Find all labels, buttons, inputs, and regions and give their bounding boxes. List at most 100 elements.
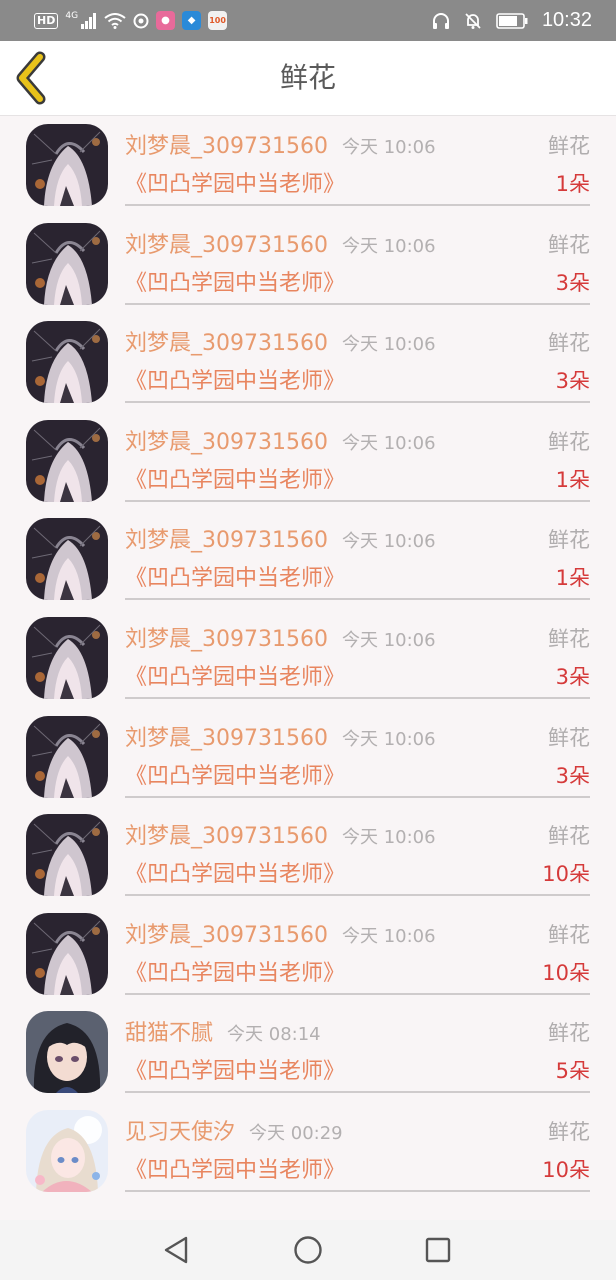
- list-item-content: 刘梦晨_309731560 今天 10:06 鲜花 《凹凸学园中当老师》 1朵: [125, 510, 590, 601]
- flower-count: 3朵: [555, 270, 590, 295]
- gift-type: 鲜花: [548, 1119, 590, 1144]
- flower-list: 刘梦晨_309731560 今天 10:06 鲜花 《凹凸学园中当老师》 1朵 刘…: [0, 116, 616, 1220]
- list-item[interactable]: 刘梦晨_309731560 今天 10:06 鲜花 《凹凸学园中当老师》 3朵: [0, 313, 616, 412]
- book-title[interactable]: 《凹凸学园中当老师》: [125, 166, 345, 198]
- timestamp: 今天 10:06: [341, 235, 436, 257]
- book-title[interactable]: 《凹凸学园中当老师》: [125, 363, 345, 395]
- list-item[interactable]: 刘梦晨_309731560 今天 10:06 鲜花 《凹凸学园中当老师》 10朵: [0, 905, 616, 1004]
- battery-icon: [496, 12, 528, 29]
- avatar[interactable]: [26, 518, 108, 601]
- signal-4g-icon: [81, 12, 97, 29]
- list-item[interactable]: 刘梦晨_309731560 今天 10:06 鲜花 《凹凸学园中当老师》 1朵: [0, 116, 616, 215]
- user-name[interactable]: 刘梦晨_309731560: [125, 528, 328, 553]
- avatar[interactable]: [26, 912, 108, 995]
- book-title[interactable]: 《凹凸学园中当老师》: [125, 758, 345, 790]
- timestamp: 今天 10:06: [341, 137, 436, 158]
- flower-count: 10朵: [542, 862, 590, 887]
- list-item[interactable]: 见习天使汐 今天 00:29 鲜花 《凹凸学园中当老师》 10朵: [0, 1102, 616, 1201]
- flower-count: 3朵: [555, 369, 590, 394]
- page-title: 鲜花: [279, 61, 336, 94]
- avatar-image: [26, 912, 108, 995]
- user-name[interactable]: 刘梦晨_309731560: [125, 726, 328, 751]
- book-title[interactable]: 《凹凸学园中当老师》: [125, 955, 345, 987]
- list-item-content: 刘梦晨_309731560 今天 10:06 鲜花 《凹凸学园中当老师》 10朵: [125, 806, 590, 897]
- user-name[interactable]: 刘梦晨_309731560: [125, 430, 328, 455]
- avatar[interactable]: [26, 124, 108, 206]
- avatar[interactable]: [26, 814, 108, 897]
- book-title[interactable]: 《凹凸学园中当老师》: [125, 856, 345, 888]
- network-type-label: 4G: [65, 10, 79, 21]
- system-nav-bar: [0, 1220, 616, 1280]
- avatar[interactable]: [26, 419, 108, 502]
- list-item-content: 刘梦晨_309731560 今天 10:06 鲜花 《凹凸学园中当老师》 1朵: [125, 412, 590, 502]
- user-name[interactable]: 甜猫不腻: [125, 1021, 213, 1046]
- user-name[interactable]: 刘梦晨_309731560: [125, 824, 328, 849]
- app-icon-blue: ◆: [182, 11, 202, 30]
- timestamp: 今天 10:06: [341, 629, 436, 651]
- avatar[interactable]: [26, 222, 108, 305]
- list-item[interactable]: 刘梦晨_309731560 今天 10:06 鲜花 《凹凸学园中当老师》 1朵: [0, 412, 616, 511]
- user-name[interactable]: 刘梦晨_309731560: [125, 627, 328, 652]
- avatar-image: [26, 419, 108, 502]
- app-header: 鲜花: [0, 41, 616, 116]
- user-name[interactable]: 刘梦晨_309731560: [125, 233, 328, 258]
- back-button[interactable]: [10, 51, 60, 105]
- list-item[interactable]: 刘梦晨_309731560 今天 10:06 鲜花 《凹凸学园中当老师》 3朵: [0, 609, 616, 708]
- mute-bell-icon: [465, 12, 481, 29]
- home-circle-icon: [294, 1236, 322, 1264]
- avatar-image: [26, 616, 108, 699]
- nav-home-button[interactable]: [268, 1220, 348, 1280]
- avatar-image: [26, 1011, 108, 1094]
- timestamp: 今天 10:06: [341, 531, 436, 553]
- status-bar-left: HD 4G ● ◆ 100: [34, 0, 228, 41]
- status-time: 10:32: [541, 9, 592, 31]
- gift-type: 鲜花: [548, 528, 590, 553]
- user-name[interactable]: 刘梦晨_309731560: [125, 923, 328, 948]
- gift-type: 鲜花: [548, 232, 590, 257]
- user-name[interactable]: 刘梦晨_309731560: [125, 134, 328, 159]
- gift-type: 鲜花: [548, 134, 590, 158]
- book-title[interactable]: 《凹凸学园中当老师》: [125, 1053, 345, 1085]
- gift-type: 鲜花: [548, 429, 590, 454]
- headphones-icon: [432, 12, 449, 29]
- avatar-image: [26, 814, 108, 897]
- back-triangle-icon: [164, 1236, 188, 1264]
- avatar-image: [26, 1109, 108, 1192]
- list-item[interactable]: 刘梦晨_309731560 今天 10:06 鲜花 《凹凸学园中当老师》 10朵: [0, 806, 616, 905]
- book-title[interactable]: 《凹凸学园中当老师》: [125, 659, 345, 691]
- status-bar-right: 10:32: [432, 0, 592, 41]
- list-item[interactable]: 刘梦晨_309731560 今天 10:06 鲜花 《凹凸学园中当老师》 3朵: [0, 215, 616, 314]
- flower-count: 10朵: [542, 960, 590, 985]
- avatar-image: [26, 715, 108, 798]
- book-title[interactable]: 《凹凸学园中当老师》: [125, 560, 345, 592]
- avatar[interactable]: [26, 321, 108, 404]
- avatar[interactable]: [26, 715, 108, 798]
- list-item-content: 刘梦晨_309731560 今天 10:06 鲜花 《凹凸学园中当老师》 1朵: [125, 116, 590, 206]
- nav-back-button[interactable]: [136, 1220, 216, 1280]
- app-icon-pink: ●: [156, 11, 176, 30]
- book-title[interactable]: 《凹凸学园中当老师》: [125, 462, 345, 494]
- timestamp: 今天 10:06: [341, 334, 436, 356]
- hotspot-icon: [133, 13, 149, 28]
- book-title[interactable]: 《凹凸学园中当老师》: [125, 1152, 345, 1184]
- list-item-content: 甜猫不腻 今天 08:14 鲜花 《凹凸学园中当老师》 5朵: [125, 1003, 590, 1094]
- list-item[interactable]: 甜猫不腻 今天 08:14 鲜花 《凹凸学园中当老师》 5朵: [0, 1003, 616, 1102]
- user-name[interactable]: 见习天使汐: [125, 1120, 235, 1145]
- list-item-content: 刘梦晨_309731560 今天 10:06 鲜花 《凹凸学园中当老师》 3朵: [125, 708, 590, 798]
- wifi-icon: [104, 12, 126, 29]
- flower-count: 5朵: [555, 1059, 590, 1084]
- timestamp: 今天 08:14: [227, 1024, 321, 1046]
- nav-recents-button[interactable]: [398, 1220, 478, 1280]
- avatar-image: [26, 124, 108, 206]
- flower-count: 3朵: [555, 664, 590, 689]
- avatar[interactable]: [26, 616, 108, 699]
- gift-type: 鲜花: [548, 1021, 590, 1046]
- avatar[interactable]: [26, 1011, 108, 1094]
- flower-count: 1朵: [555, 172, 590, 196]
- list-item[interactable]: 刘梦晨_309731560 今天 10:06 鲜花 《凹凸学园中当老师》 3朵: [0, 708, 616, 807]
- list-item-content: 刘梦晨_309731560 今天 10:06 鲜花 《凹凸学园中当老师》 3朵: [125, 609, 590, 699]
- user-name[interactable]: 刘梦晨_309731560: [125, 331, 328, 356]
- book-title[interactable]: 《凹凸学园中当老师》: [125, 265, 345, 297]
- list-item[interactable]: 刘梦晨_309731560 今天 10:06 鲜花 《凹凸学园中当老师》 1朵: [0, 510, 616, 609]
- avatar[interactable]: [26, 1109, 108, 1192]
